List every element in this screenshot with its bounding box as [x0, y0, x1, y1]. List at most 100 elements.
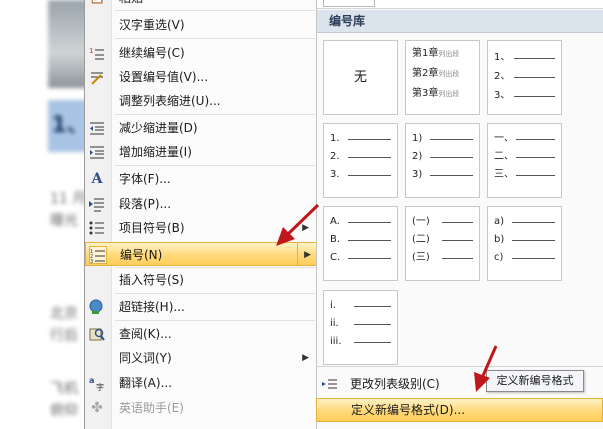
- doc-line-left: 行后: [50, 328, 78, 344]
- define-new-number-format-item[interactable]: 定义新编号格式(D)...: [316, 398, 603, 422]
- numbering-tile-chinese-numerals[interactable]: 一、 二、 三、: [487, 123, 562, 198]
- gallery-separator: [316, 366, 603, 367]
- menu-item-synonyms[interactable]: 同义词(Y) ▶: [85, 346, 317, 370]
- svg-text:字: 字: [96, 382, 104, 391]
- submenu-arrow-icon: ▶: [302, 353, 309, 363]
- svg-text:a: a: [89, 376, 94, 385]
- tile-suffix: 列出段: [438, 70, 460, 78]
- menu-item-label: 调整列表缩进(U)...: [119, 94, 221, 108]
- tile-marker: C.: [330, 252, 341, 263]
- continue-numbering-icon: 1: [89, 45, 105, 61]
- menu-separator: [115, 165, 315, 166]
- menu-item-insert-symbol[interactable]: 插入符号(S): [85, 268, 317, 292]
- tile-marker: 3.: [330, 169, 340, 180]
- menu-item-reselect-hanzi[interactable]: 汉字重选(V): [85, 13, 317, 37]
- svg-text:1: 1: [89, 47, 93, 55]
- set-numbering-value-icon: [89, 69, 105, 85]
- context-menu: 📋 粘贴 汉字重选(V) 1 继续编号(C) 设置编号值(V)... 调整列表缩…: [84, 0, 318, 429]
- menu-item-hyperlink[interactable]: 超链接(H)...: [85, 295, 317, 319]
- numbering-tile-lower-roman[interactable]: i. ii. iii.: [323, 290, 398, 365]
- change-list-level-label: 更改列表级别(C): [350, 377, 440, 391]
- tile-marker: 1、: [494, 52, 511, 63]
- menu-item-label: 查阅(K)...: [119, 327, 172, 341]
- menu-item-paragraph[interactable]: 段落(P)...: [85, 192, 317, 216]
- numbering-tile-lower-alpha-paren[interactable]: a) b) c): [487, 206, 562, 281]
- numbering-gallery: 编号库 无 第1章列出段 第2章列出段 第3章列出段 1、 2、 3、 1. 2…: [316, 0, 603, 429]
- tile-marker: iii.: [330, 336, 342, 347]
- tile-marker: 3): [412, 169, 423, 180]
- menu-item-font[interactable]: A 字体(F)...: [85, 167, 317, 191]
- menu-item-label: 段落(P)...: [119, 197, 172, 211]
- tile-marker: 三、: [494, 169, 514, 180]
- define-new-number-format-label: 定义新编号格式(D)...: [351, 403, 466, 417]
- doc-line-left: 飞机: [50, 381, 78, 397]
- tile-marker: ii.: [330, 318, 339, 329]
- menu-item-lookup[interactable]: 查阅(K)...: [85, 322, 317, 346]
- tile-marker: A.: [330, 216, 340, 227]
- menu-separator: [115, 10, 315, 11]
- tile-none-label: 无: [353, 70, 367, 85]
- menu-item-label: 设置编号值(V)...: [119, 70, 209, 84]
- tile-marker: (三): [412, 252, 430, 263]
- define-new-format-tooltip: 定义新编号格式: [486, 370, 584, 392]
- doc-line-left: 11 月: [50, 191, 87, 207]
- tile-marker: (二): [412, 234, 430, 245]
- tile-marker: a): [494, 216, 505, 227]
- tile-suffix: 列出段: [438, 50, 460, 58]
- menu-item-decrease-indent[interactable]: 减少缩进量(D): [85, 116, 317, 140]
- menu-item-label: 项目符号(B): [119, 221, 185, 235]
- menu-item-adjust-list-indent[interactable]: 调整列表缩进(U)...: [85, 89, 317, 113]
- menu-item-label: 增加缩进量(I): [119, 145, 192, 159]
- tile-marker: b): [494, 234, 505, 245]
- bullets-icon: [89, 220, 105, 236]
- menu-item-label: 减少缩进量(D): [119, 121, 198, 135]
- menu-item-label: 粘贴: [119, 0, 143, 10]
- menu-separator: [115, 320, 315, 321]
- tile-marker: c): [494, 252, 504, 263]
- document-photo: [48, 0, 88, 88]
- menu-separator: [115, 293, 315, 294]
- numbering-tile-none[interactable]: 无: [323, 40, 398, 115]
- menu-separator: [115, 114, 315, 115]
- tile-marker: 2、: [494, 71, 511, 82]
- doc-line-left: 曝光: [50, 213, 78, 229]
- menu-item-label: 同义词(Y): [119, 351, 172, 365]
- numbering-library-header: 编号库: [317, 10, 603, 33]
- menu-item-increase-indent[interactable]: 增加缩进量(I): [85, 140, 317, 164]
- menu-item-label: 汉字重选(V): [119, 18, 185, 32]
- menu-item-paste[interactable]: 📋 粘贴: [85, 0, 317, 10]
- tile-suffix: 列出段: [438, 90, 460, 98]
- tile-marker: 第2章: [412, 68, 439, 79]
- submenu-arrow-icon: ▶: [302, 223, 309, 233]
- tile-marker: (一): [412, 216, 430, 227]
- tile-marker: 一、: [494, 133, 514, 144]
- hyperlink-icon: [89, 299, 105, 315]
- tile-marker: 第1章: [412, 48, 439, 59]
- menu-item-label: 翻译(A)...: [119, 376, 173, 390]
- increase-indent-icon: [89, 144, 105, 160]
- menu-item-label: 英语助手(E): [119, 401, 184, 415]
- tile-marker: 第3章: [412, 88, 439, 99]
- numbering-tile-chinese-paren[interactable]: (一) (二) (三): [405, 206, 480, 281]
- tile-marker: B.: [330, 234, 341, 245]
- tile-marker: 2.: [330, 151, 340, 162]
- menu-item-label: 插入符号(S): [119, 273, 184, 287]
- paragraph-icon: [89, 196, 105, 212]
- numbering-tile-digit-paren[interactable]: 1) 2) 3): [405, 123, 480, 198]
- menu-item-bullets[interactable]: 项目符号(B) ▶: [85, 216, 317, 240]
- numbering-tile-upper-alpha[interactable]: A. B. C.: [323, 206, 398, 281]
- tile-marker: 1.: [330, 133, 340, 144]
- menu-item-translate[interactable]: a字 翻译(A)...: [85, 371, 317, 395]
- menu-item-numbering[interactable]: 123 编号(N) ▶: [85, 242, 317, 266]
- numbering-tile-chinese-comma-digits[interactable]: 1、 2、 3、: [487, 40, 562, 115]
- numbering-tile-chapter[interactable]: 第1章列出段 第2章列出段 第3章列出段: [405, 40, 480, 115]
- menu-item-label: 字体(F)...: [119, 172, 171, 186]
- english-assistant-icon: ✤: [91, 400, 103, 416]
- tile-marker: 3、: [494, 90, 511, 101]
- tile-marker: 2): [412, 151, 423, 162]
- menu-separator: [115, 38, 315, 39]
- menu-item-continue-numbering[interactable]: 1 继续编号(C): [85, 41, 317, 65]
- menu-item-set-numbering-value[interactable]: 设置编号值(V)...: [85, 65, 317, 89]
- decrease-indent-icon: [89, 120, 105, 136]
- numbering-tile-digit-dot[interactable]: 1. 2. 3.: [323, 123, 398, 198]
